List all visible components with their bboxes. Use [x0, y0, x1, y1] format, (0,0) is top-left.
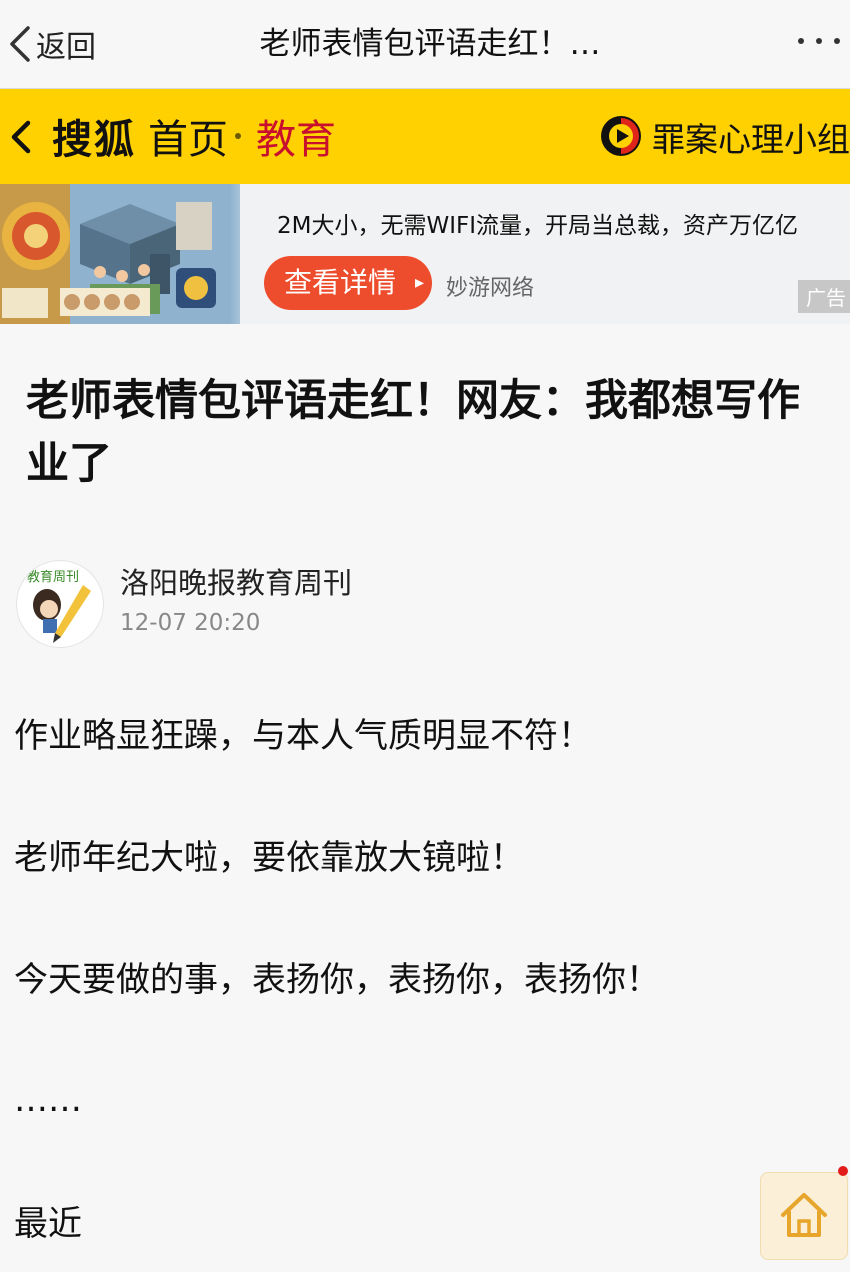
article-paragraph: 今天要做的事，表扬你，表扬你，表扬你！: [14, 960, 660, 1000]
separator-dot: [235, 133, 241, 139]
section-link-education[interactable]: 教育: [256, 107, 336, 165]
recent-label: 最近: [14, 1204, 82, 1244]
article-paragraph: 作业略显狂躁，与本人气质明显不符！: [14, 716, 592, 756]
play-logo-icon[interactable]: [600, 115, 642, 157]
home-button[interactable]: [760, 1172, 848, 1260]
home-icon: [781, 1193, 827, 1237]
dot: [798, 38, 804, 44]
back-label: 返回: [36, 30, 96, 65]
avatar-text: 教育周刊: [27, 569, 79, 585]
article-title: 老师表情包评语走红！网友：我都想写作业了: [26, 376, 800, 489]
publish-time: 12-07 20:20: [120, 610, 261, 636]
ad-fade: [230, 184, 270, 324]
chevron-left-icon: [11, 120, 31, 154]
avatar-illustration: 教育周刊: [27, 569, 91, 643]
ad-tag-badge: 广告: [798, 280, 850, 313]
notification-dot: [838, 1166, 848, 1176]
ad-banner[interactable]: 2M大小，无需WIFI流量，开局当总裁，资产万亿亿 查看详情 ▸ 妙游网络 广告: [0, 184, 850, 324]
article-paragraph: 老师年纪大啦，要依靠放大镜啦！: [14, 838, 524, 878]
author-name[interactable]: 洛阳晚报教育周刊: [120, 560, 352, 602]
article-ellipsis: ……: [14, 1080, 82, 1120]
chevron-left-icon: [10, 26, 30, 62]
top-nav-bar: 返回 老师表情包评语走红！…: [0, 0, 850, 89]
view-details-label: 查看详情: [284, 266, 397, 299]
caret-right-icon: ▸: [414, 272, 424, 293]
view-details-button[interactable]: 查看详情 ▸: [264, 256, 432, 310]
dot: [816, 38, 822, 44]
game-screenshot-image: [0, 184, 240, 324]
author-avatar[interactable]: 教育周刊: [16, 560, 104, 648]
sohu-brand-link[interactable]: 搜狐: [52, 107, 136, 165]
more-dots-icon[interactable]: [798, 38, 840, 44]
channel-bar: 搜狐 首页 教育 罪案心理小组: [0, 89, 850, 184]
back-button[interactable]: 返回: [6, 22, 96, 66]
dot: [834, 38, 840, 44]
channel-back-button[interactable]: [6, 115, 36, 163]
ad-advertiser: 妙游网络: [446, 276, 535, 301]
channel-name-link[interactable]: 罪案心理小组: [652, 113, 850, 161]
ad-description: 2M大小，无需WIFI流量，开局当总裁，资产万亿亿: [277, 213, 799, 239]
page-title: 老师表情包评语走红！…: [259, 26, 601, 62]
home-link[interactable]: 首页: [148, 107, 228, 165]
